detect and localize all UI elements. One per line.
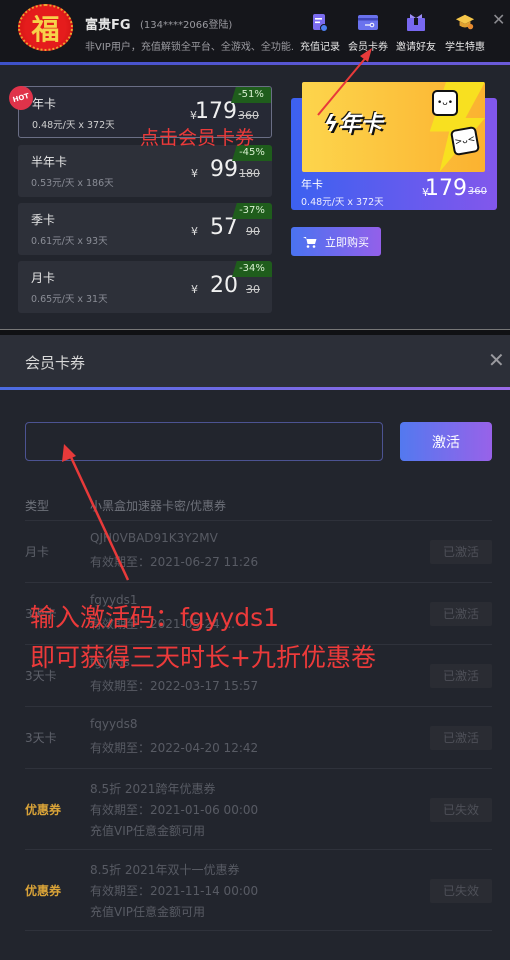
annotation-input-hint: 输入激活码：fgyyds1 bbox=[30, 603, 280, 632]
arrow-to-input bbox=[62, 444, 130, 581]
arrow-to-member-card bbox=[317, 48, 372, 116]
annotation-arrows bbox=[62, 48, 372, 581]
annotation-benefit-hint: 即可获得三天时长+九折优惠卷 bbox=[30, 643, 376, 672]
annotation-click-hint: 点击会员卡券 bbox=[140, 127, 255, 149]
